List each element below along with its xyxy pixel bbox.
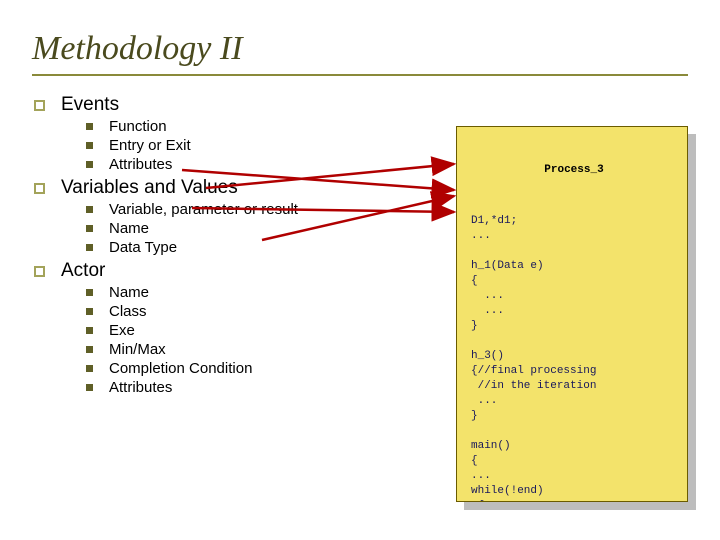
square-bullet-icon [86,289,93,296]
square-bullet-icon [86,142,93,149]
list-item-text: Data Type [109,239,177,256]
list-item-text: Function [109,118,167,135]
title-underline [32,74,688,76]
square-bullet-icon [86,244,93,251]
square-bullet-icon [86,327,93,334]
list-item-text: Class [109,303,147,320]
list-item-text: Name [109,284,149,301]
list-item-text: Entry or Exit [109,137,191,154]
section-events: Events [32,94,688,116]
section-label: Variables and Values [61,177,238,199]
list-item-text: Min/Max [109,341,166,358]
square-bullet-icon [86,346,93,353]
square-bullet-icon [86,123,93,130]
code-panel-text: D1,*d1; ... h_1(Data e) { ... ... } h_3(… [471,214,677,502]
square-bullet-icon [86,225,93,232]
section-label: Events [61,94,119,116]
section-label: Actor [61,260,105,282]
list-item-text: Attributes [109,156,172,173]
list-item-text: Variable, parameter or result [109,201,298,218]
square-bullet-icon [86,365,93,372]
code-panel: Process_3 D1,*d1; ... h_1(Data e) { ... … [456,126,696,510]
square-bullet-icon [86,308,93,315]
list-item-text: Completion Condition [109,360,252,377]
code-panel-header: Process_3 [471,163,677,178]
hollow-square-bullet-icon [34,266,45,277]
square-bullet-icon [86,384,93,391]
slide-title: Methodology II [32,30,688,68]
list-item-text: Attributes [109,379,172,396]
code-panel-body: Process_3 D1,*d1; ... h_1(Data e) { ... … [456,126,688,502]
hollow-square-bullet-icon [34,183,45,194]
list-item-text: Name [109,220,149,237]
list-item-text: Exe [109,322,135,339]
square-bullet-icon [86,206,93,213]
slide: Methodology II Events Function Entry or … [0,0,720,540]
hollow-square-bullet-icon [34,100,45,111]
square-bullet-icon [86,161,93,168]
